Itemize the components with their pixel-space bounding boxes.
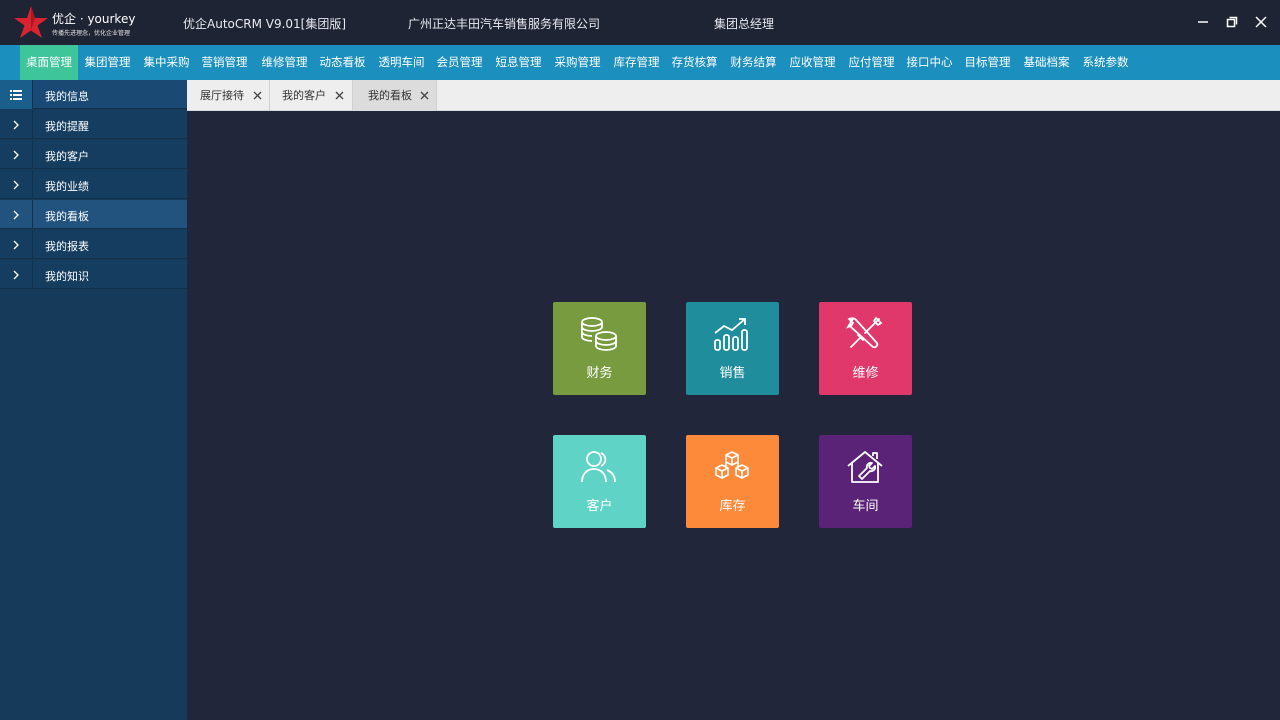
menu-item-marketing[interactable]: 营销管理	[197, 45, 252, 80]
tile-workshop[interactable]: 车间	[819, 435, 912, 528]
sidebar: 我的信息 我的提醒 我的客户 我的业绩 我的看板 我的报表 我的知识	[0, 80, 187, 720]
menu-item-central-purchase[interactable]: 集中采购	[139, 45, 194, 80]
menu-item-receivable[interactable]: 应收管理	[785, 45, 840, 80]
tab-showroom-reception[interactable]: 展厅接待	[187, 80, 270, 111]
menu-item-interface[interactable]: 接口中心	[902, 45, 957, 80]
logo: 优企 · yourkey 传播先进理念，优化企业管理	[12, 4, 135, 42]
restore-icon	[1226, 16, 1238, 28]
tile-customers[interactable]: 客户	[553, 435, 646, 528]
menu-item-master-data[interactable]: 基础档案	[1019, 45, 1074, 80]
logo-tagline: 传播先进理念，优化企业管理	[52, 30, 131, 37]
sidebar-item-label: 我的客户	[45, 150, 89, 163]
tile-inventory[interactable]: 库存	[686, 435, 779, 528]
boxes-icon	[715, 451, 749, 479]
title-bar: 优企 · yourkey 传播先进理念，优化企业管理 优企AutoCRM V9.…	[0, 0, 1280, 45]
menu-item-purchase[interactable]: 采购管理	[550, 45, 605, 80]
sidebar-item-my-info[interactable]: 我的信息	[0, 80, 187, 109]
sidebar-item-label: 我的知识	[45, 270, 89, 283]
minimize-button[interactable]	[1193, 12, 1213, 32]
company-name: 广州正达丰田汽车销售服务有限公司	[408, 17, 601, 31]
house-wrench-icon	[847, 451, 883, 483]
tile-label: 财务	[586, 366, 613, 381]
menu-item-sms[interactable]: 短息管理	[491, 45, 546, 80]
menu-item-repair[interactable]: 维修管理	[257, 45, 312, 80]
tab-bar: 展厅接待 我的客户 我的看板	[187, 80, 1280, 111]
tile-sales[interactable]: 销售	[686, 302, 779, 395]
close-icon[interactable]	[250, 80, 264, 111]
logo-name: 优企 · yourkey	[52, 12, 136, 26]
minimize-icon	[1198, 21, 1208, 23]
sidebar-item-my-knowledge[interactable]: 我的知识	[0, 260, 187, 289]
tile-label: 销售	[719, 366, 746, 381]
tile-label: 维修	[852, 366, 879, 381]
main-menu: 桌面管理 集团管理 集中采购 营销管理 维修管理 动态看板 透明车间 会员管理 …	[0, 45, 1280, 80]
menu-item-group[interactable]: 集团管理	[80, 45, 135, 80]
chevron-right-icon	[0, 260, 33, 289]
restore-button[interactable]	[1222, 12, 1242, 32]
menu-item-workshop[interactable]: 透明车间	[374, 45, 429, 80]
menu-item-finance[interactable]: 财务结算	[726, 45, 781, 80]
sidebar-item-label: 我的看板	[45, 210, 89, 223]
sidebar-item-my-reports[interactable]: 我的报表	[0, 230, 187, 259]
sidebar-item-label: 我的报表	[45, 240, 89, 253]
chevron-right-icon	[0, 110, 33, 139]
users-icon	[581, 451, 616, 483]
menu-item-desktop[interactable]: 桌面管理	[20, 45, 78, 80]
coins-icon	[581, 317, 617, 351]
menu-item-payable[interactable]: 应付管理	[844, 45, 899, 80]
wrench-screwdriver-icon	[845, 316, 883, 349]
close-icon	[1255, 16, 1267, 28]
menu-item-system[interactable]: 系统参数	[1078, 45, 1133, 80]
menu-item-dashboard[interactable]: 动态看板	[315, 45, 370, 80]
close-icon[interactable]	[332, 80, 346, 111]
sidebar-item-my-reminders[interactable]: 我的提醒	[0, 110, 187, 139]
tile-label: 库存	[719, 499, 746, 514]
tile-label: 车间	[852, 499, 879, 514]
chevron-right-icon	[0, 230, 33, 259]
menu-item-stock-accounting[interactable]: 存货核算	[667, 45, 722, 80]
tile-repair[interactable]: 维修	[819, 302, 912, 395]
menu-item-member[interactable]: 会员管理	[432, 45, 487, 80]
tab-label: 展厅接待	[200, 89, 244, 102]
menu-item-target[interactable]: 目标管理	[960, 45, 1015, 80]
tab-my-dashboard[interactable]: 我的看板	[353, 80, 437, 111]
bar-chart-trend-icon	[714, 318, 748, 351]
sidebar-item-my-dashboard[interactable]: 我的看板	[0, 200, 187, 229]
tab-label: 我的看板	[368, 89, 412, 102]
sidebar-item-my-customers[interactable]: 我的客户	[0, 140, 187, 169]
user-role: 集团总经理	[714, 17, 775, 31]
sidebar-item-label: 我的提醒	[45, 120, 89, 133]
tab-label: 我的客户	[282, 89, 326, 102]
tile-finance[interactable]: 财务	[553, 302, 646, 395]
chevron-right-icon	[0, 200, 33, 229]
star-logo-icon	[14, 6, 48, 38]
chevron-right-icon	[0, 170, 33, 199]
tab-my-customers[interactable]: 我的客户	[270, 80, 353, 111]
sidebar-item-label: 我的业绩	[45, 180, 89, 193]
sidebar-item-label: 我的信息	[45, 90, 89, 103]
app-title: 优企AutoCRM V9.01[集团版]	[183, 17, 347, 31]
menu-item-inventory[interactable]: 库存管理	[609, 45, 664, 80]
close-icon[interactable]	[417, 80, 431, 111]
list-icon	[0, 80, 33, 109]
close-button[interactable]	[1251, 12, 1271, 32]
sidebar-item-my-performance[interactable]: 我的业绩	[0, 170, 187, 199]
chevron-right-icon	[0, 140, 33, 169]
tile-label: 客户	[586, 499, 613, 514]
